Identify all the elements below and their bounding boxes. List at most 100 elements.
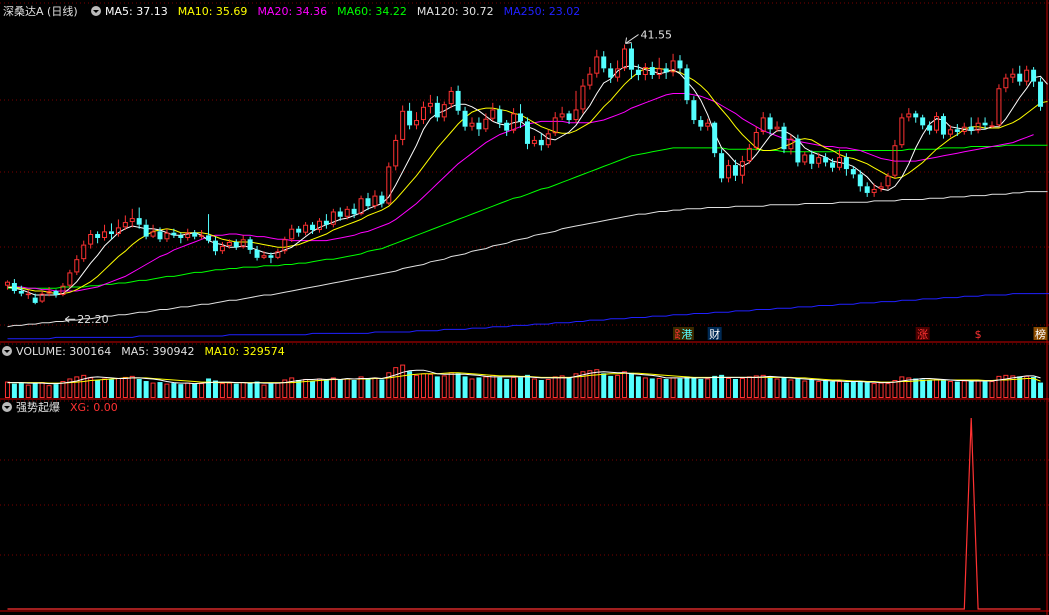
legend-item: MA20: 34.36: [257, 5, 327, 18]
candle-body: [628, 48, 634, 70]
candle-body: [323, 220, 329, 225]
candle-body: [504, 122, 510, 131]
volume-bar: [171, 383, 177, 398]
volume-bar: [434, 376, 440, 398]
indicator-panel-header: 强势起爆 XG: 0.00: [2, 400, 118, 414]
volume-bar: [233, 383, 239, 398]
candle: [795, 134, 801, 167]
volume-bar: [11, 383, 17, 398]
volume-bar: [830, 381, 836, 398]
volume-bar: [178, 384, 184, 398]
candle-body: [157, 231, 163, 240]
volume-bar: [920, 379, 926, 398]
volume-bar: [323, 380, 329, 398]
candle-body: [989, 125, 995, 127]
candle-body: [199, 235, 205, 237]
candle-body: [864, 186, 870, 193]
candle: [684, 64, 690, 105]
candle-body: [712, 122, 718, 154]
volume-bar: [379, 379, 385, 398]
candle-body: [698, 120, 704, 127]
low-price-label: 22.20: [77, 313, 109, 326]
volume-bar: [1017, 376, 1023, 398]
candle-body: [296, 228, 302, 233]
volume-bar: [940, 380, 946, 398]
candle-body: [254, 249, 260, 258]
event-marker: $: [975, 328, 982, 341]
candle-body: [954, 129, 960, 132]
volume-bar: [795, 377, 801, 398]
candle-body: [1017, 73, 1023, 82]
candle-body: [233, 241, 239, 248]
candle-body: [1038, 81, 1044, 107]
chart-background: [0, 0, 1049, 615]
candle: [781, 122, 787, 154]
volume-bar: [601, 373, 607, 398]
volume-bar: [310, 381, 316, 398]
indicator-title: 强势起爆: [16, 400, 60, 414]
candle-body: [857, 174, 863, 187]
candle-body: [178, 235, 184, 238]
volume-bar: [663, 378, 669, 398]
volume-bar: [850, 381, 856, 398]
xg-legend-value: XG: 0.00: [70, 401, 118, 414]
candle-body: [538, 139, 544, 146]
volume-bar: [698, 378, 704, 398]
volume-bar: [982, 381, 988, 398]
candle: [691, 96, 697, 125]
candle-body: [850, 169, 856, 175]
price-panel-title: 深桑达A (日线): [3, 4, 78, 18]
event-marker-label: $: [975, 328, 982, 341]
volume-bar: [524, 374, 530, 398]
candle-body: [982, 122, 988, 126]
candle-body: [927, 125, 933, 131]
volume-bar: [843, 382, 849, 398]
volume-bar: [337, 379, 343, 398]
event-marker-label: 榜: [1035, 327, 1046, 341]
volume-panel-header: VOLUME: 300164 MA5: 390942 MA10: 329574: [2, 345, 285, 358]
event-marker: 榜: [1033, 327, 1048, 341]
event-marker: 财: [707, 327, 722, 341]
candle-body: [968, 126, 974, 131]
volume-bar: [864, 382, 870, 398]
volume-bar: [566, 377, 572, 398]
candle-body: [677, 60, 683, 69]
event-marker: 涨: [915, 327, 930, 341]
candle-body: [95, 234, 101, 238]
volume-bar: [95, 380, 101, 398]
candle-body: [497, 109, 503, 123]
candle-body: [247, 239, 253, 250]
candle-body: [809, 154, 815, 164]
volume-bar: [254, 381, 260, 398]
volume-bar: [157, 382, 163, 398]
volume-bar: [767, 377, 773, 398]
candle-body: [601, 56, 607, 69]
volume-bar: [32, 383, 38, 398]
legend-item: MA120: 30.72: [417, 5, 494, 18]
volume-bar: [108, 379, 114, 398]
candle-body: [940, 116, 946, 135]
volume-bar: [504, 378, 510, 398]
candle-body: [11, 283, 17, 291]
legend-item: MA250: 23.02: [504, 5, 581, 18]
candle-body: [53, 290, 59, 295]
volume-bar: [351, 380, 357, 398]
legend-item: VOLUME: 300164: [16, 345, 111, 358]
candle: [712, 121, 718, 158]
candle-body: [518, 113, 524, 122]
volume-bar: [628, 372, 634, 398]
candle-body: [1031, 69, 1037, 82]
kline-chart[interactable]: 深桑达A (日线) MA5: 37.13 MA10: 35.69 MA20: 34.…: [0, 0, 1049, 615]
event-marker-label: 涨: [917, 328, 928, 341]
volume-bar: [684, 376, 690, 398]
candle-body: [684, 68, 690, 101]
candle-body: [767, 117, 773, 130]
candle-body: [379, 195, 385, 204]
candle-body: [171, 232, 177, 236]
candle-body: [310, 224, 316, 231]
legend-item: MA5: 390942: [121, 345, 194, 358]
candle-body: [455, 90, 461, 111]
candle-body: [691, 100, 697, 121]
volume-bar: [677, 378, 683, 398]
volume-bar: [476, 377, 482, 398]
